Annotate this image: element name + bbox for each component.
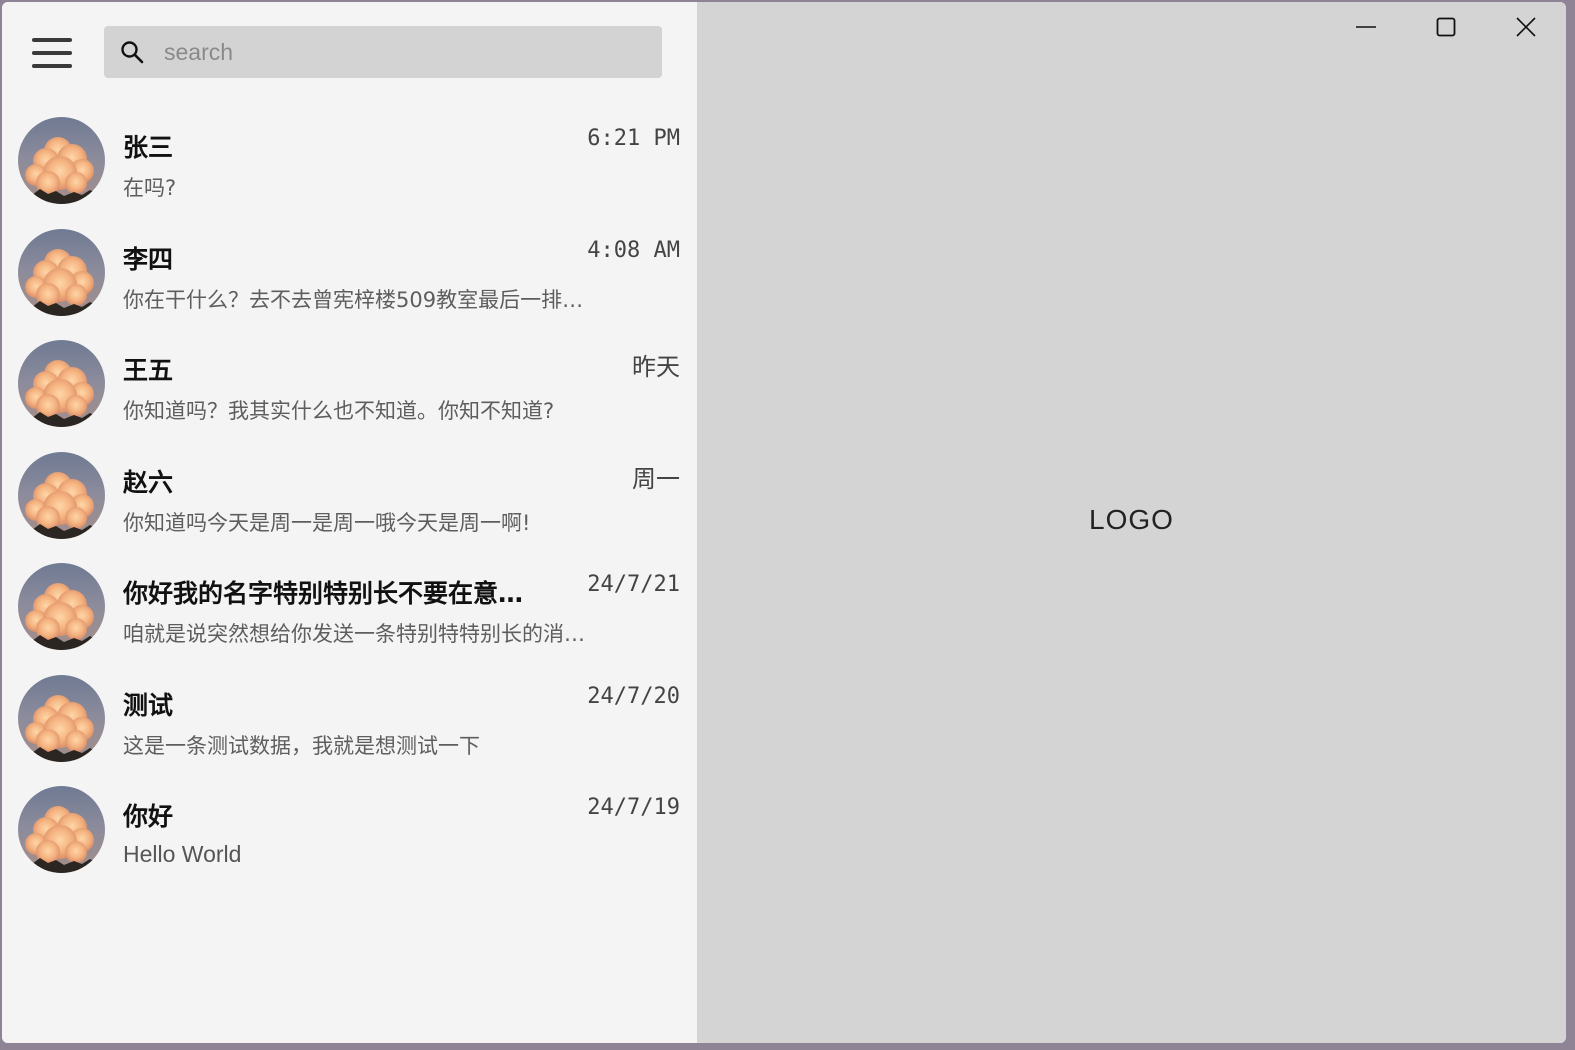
chat-name: 张三 — [123, 133, 174, 162]
avatar — [18, 228, 105, 316]
logo: LOGO — [1089, 504, 1174, 535]
app-window: 张三 6:21 PM 在吗? 李四 4:08 AM 你在干什么？去不去曾宪梓楼5… — [2, 2, 1566, 1043]
avatar — [18, 451, 105, 539]
hamburger-menu-icon[interactable] — [32, 36, 74, 70]
chat-name: 你好我的名字特别特别长不要在意… — [123, 579, 524, 608]
chat-list-item[interactable]: 李四 4:08 AM 你在干什么？去不去曾宪梓楼509教室最后一排… — [2, 218, 697, 330]
chat-name: 你好 — [123, 802, 174, 831]
avatar-image — [18, 674, 105, 762]
chat-preview: 你知道吗今天是周一是周一哦今天是周一啊! — [123, 510, 531, 535]
chat-time: 24/7/20 — [587, 683, 680, 709]
chat-list-item[interactable]: 王五 昨天 你知道吗？我其实什么也不知道。你知不知道? — [2, 329, 697, 441]
chat-name: 王五 — [123, 356, 174, 385]
close-icon — [1516, 17, 1536, 37]
maximize-icon — [1436, 17, 1456, 37]
chat-time: 周一 — [632, 464, 680, 493]
avatar — [18, 563, 105, 650]
chat-list-item[interactable]: 张三 6:21 PM 在吗? — [2, 106, 697, 218]
chat-list-item[interactable]: 测试 24/7/20 这是一条测试数据，我就是想测试一下 — [2, 664, 697, 776]
avatar-image — [18, 563, 105, 650]
avatar — [18, 340, 105, 427]
chat-list-item[interactable]: 你好 24/7/19 Hello World — [2, 775, 697, 887]
avatar-image — [18, 451, 105, 539]
minimize-icon — [1356, 26, 1376, 28]
chat-time: 昨天 — [632, 353, 680, 381]
avatar — [18, 674, 105, 762]
main-panel: LOGO — [697, 2, 1566, 1043]
sidebar: 张三 6:21 PM 在吗? 李四 4:08 AM 你在干什么？去不去曾宪梓楼5… — [2, 2, 697, 1043]
chat-time: 24/7/21 — [587, 572, 680, 597]
avatar-image — [18, 117, 105, 204]
chat-list-item[interactable]: 你好我的名字特别特别长不要在意… 24/7/21 咱就是说突然想给你发送一条特别… — [2, 552, 697, 664]
chat-time: 6:21 PM — [587, 126, 680, 151]
chat-name: 李四 — [123, 244, 174, 274]
chat-preview: 你知道吗？我其实什么也不知道。你知不知道? — [123, 399, 555, 423]
chat-preview: 你在干什么？去不去曾宪梓楼509教室最后一排… — [123, 287, 584, 312]
search-icon — [121, 41, 144, 64]
avatar — [18, 117, 105, 204]
avatar-image — [18, 786, 105, 873]
chat-name: 赵六 — [123, 467, 174, 497]
search-bar[interactable] — [104, 26, 662, 78]
minimize-button[interactable] — [1326, 2, 1406, 52]
chat-preview: 在吗? — [123, 176, 177, 200]
chat-name: 测试 — [123, 690, 174, 720]
chat-time: 24/7/19 — [587, 795, 680, 820]
chat-preview: Hello World — [123, 841, 242, 867]
chat-preview: 这是一条测试数据，我就是想测试一下 — [123, 733, 480, 758]
chat-time: 4:08 AM — [587, 237, 680, 263]
window-controls — [1326, 2, 1566, 52]
avatar-image — [18, 228, 105, 316]
chat-list: 张三 6:21 PM 在吗? 李四 4:08 AM 你在干什么？去不去曾宪梓楼5… — [2, 106, 697, 887]
chat-list-item[interactable]: 赵六 周一 你知道吗今天是周一是周一哦今天是周一啊! — [2, 441, 697, 553]
close-button[interactable] — [1486, 2, 1566, 52]
sidebar-topbar — [2, 2, 697, 106]
avatar — [18, 786, 105, 873]
avatar-image — [18, 340, 105, 427]
search-input[interactable] — [162, 37, 636, 67]
maximize-button[interactable] — [1406, 2, 1486, 52]
chat-preview: 咱就是说突然想给你发送一条特别特特别长的消… — [123, 622, 585, 646]
